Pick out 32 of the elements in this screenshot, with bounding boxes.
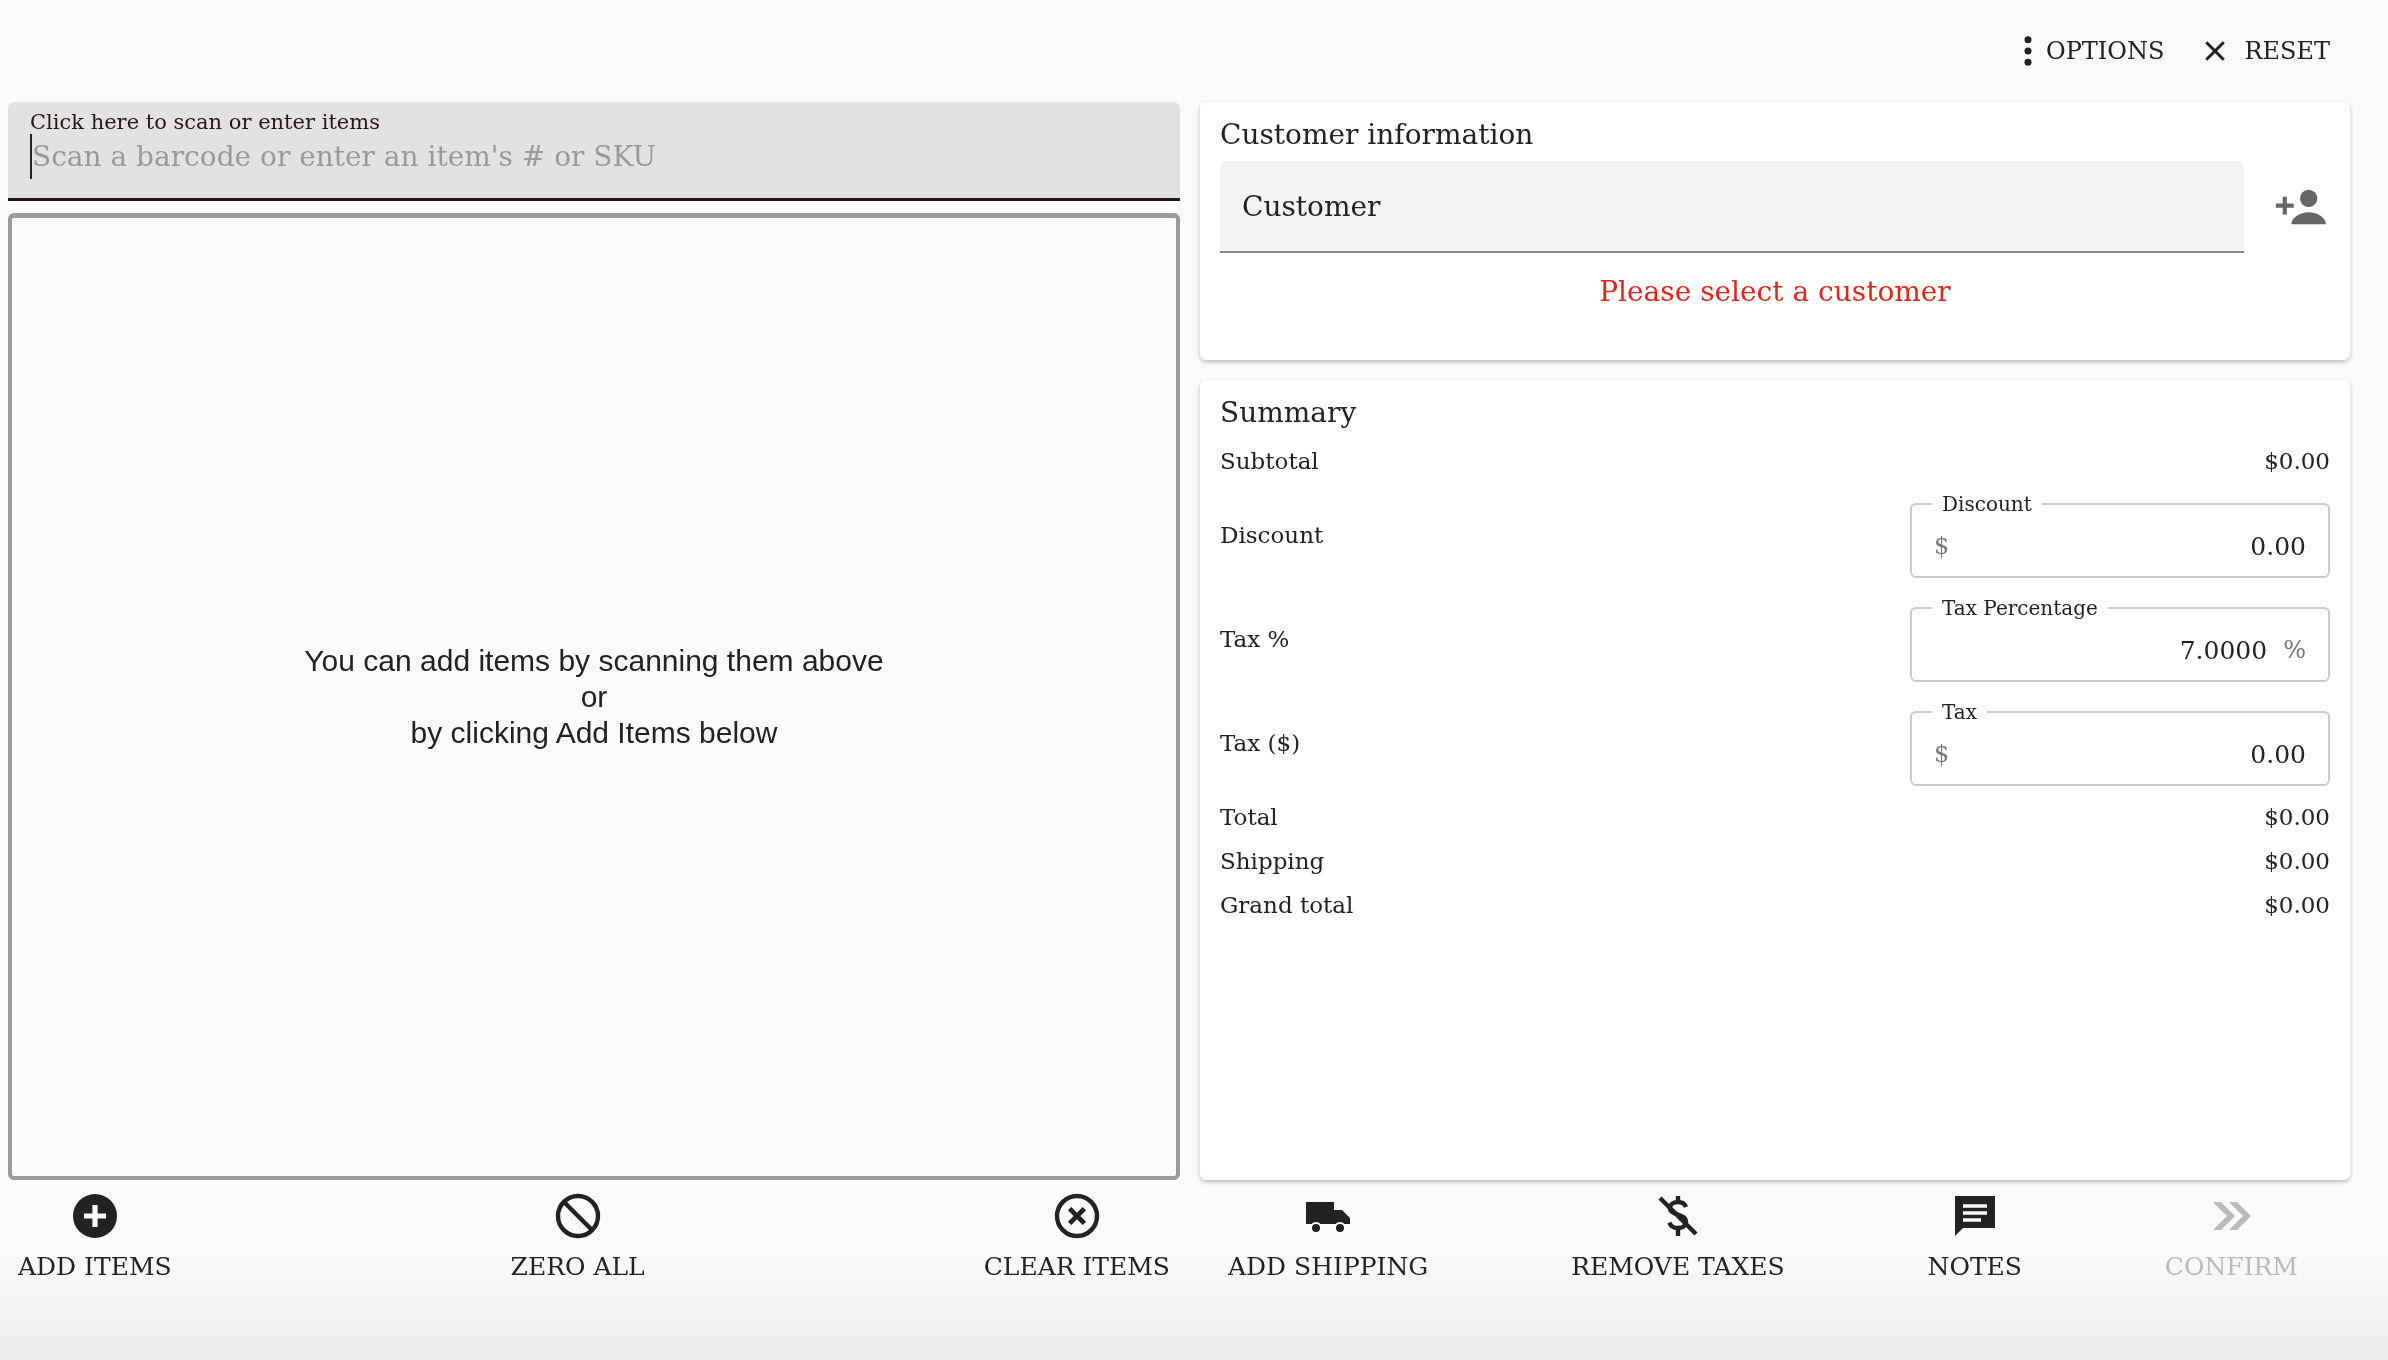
summary-label: Grand total bbox=[1220, 892, 1354, 918]
summary-label: Shipping bbox=[1220, 848, 1325, 874]
summary-label: Tax ($) bbox=[1220, 730, 1301, 756]
field-label: Click here to scan or enter items bbox=[30, 110, 381, 134]
add-person-icon bbox=[2274, 188, 2326, 226]
error-message: Please select a customer bbox=[1598, 275, 1952, 308]
action-button[interactable]: ADD SHIPPING bbox=[1218, 1186, 1439, 1287]
close-circle-icon bbox=[1052, 1192, 1101, 1240]
summary-value: $0.00 bbox=[2264, 448, 2330, 474]
scan-input[interactable]: Scan a barcode or enter an item's # or SKU bbox=[30, 134, 1158, 179]
summary-value: $0.00 bbox=[2264, 892, 2330, 918]
summary-label: Discount bbox=[1220, 522, 1324, 548]
plus-circle-icon bbox=[70, 1192, 119, 1240]
card-title: Summary bbox=[1220, 396, 1358, 429]
action-button[interactable]: ZERO ALL bbox=[500, 1186, 655, 1287]
scan-field[interactable]: Click here to scan or enter items Scan a barcode or enter an item's # or SKU bbox=[8, 102, 1180, 201]
action-button[interactable]: CLEAR ITEMS bbox=[973, 1186, 1180, 1287]
action-button[interactable]: ADD ITEMS bbox=[8, 1186, 182, 1287]
action-button[interactable]: REMOVE TAXES bbox=[1561, 1186, 1795, 1287]
summary-label: Tax % bbox=[1220, 626, 1290, 652]
summary-value: $0.00 bbox=[2264, 848, 2330, 874]
reset-button[interactable]: RESET bbox=[2192, 30, 2338, 72]
empty-message: You can add items by scanning them above or by clicking Add Items below bbox=[304, 643, 884, 751]
options-button[interactable]: OPTIONS bbox=[2016, 30, 2173, 72]
summary-value: $0.00 bbox=[2264, 804, 2330, 830]
customer-field[interactable]: Customer bbox=[1220, 161, 2244, 253]
card-title: Customer information bbox=[1220, 118, 1535, 151]
action-button[interactable]: NOTES bbox=[1917, 1186, 2032, 1287]
summary-label: Subtotal bbox=[1220, 448, 1319, 474]
summary-label: Total bbox=[1220, 804, 1278, 830]
more-vertical-icon bbox=[2024, 36, 2032, 66]
block-icon bbox=[553, 1192, 602, 1240]
